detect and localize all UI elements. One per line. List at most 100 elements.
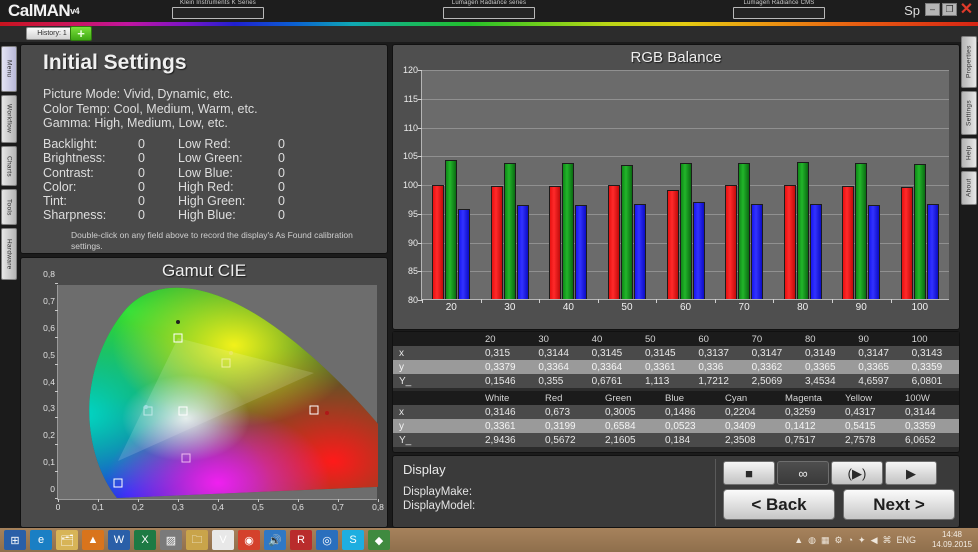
table-row[interactable]: x 0,315 0,3144 0,3145 0,3145 0,3137 0,3147 0,31… (393, 346, 959, 360)
skype-app-icon[interactable]: S (342, 530, 364, 550)
tray-icon-6[interactable]: ◀ (871, 535, 878, 546)
close-icon[interactable]: ✕ (959, 1, 974, 17)
bar-group[interactable]: 30 (480, 70, 540, 313)
sidebar-item-properties[interactable]: Properties (961, 36, 977, 88)
tray-icon-2[interactable]: ▦ (821, 535, 830, 546)
table-row[interactable]: y 0,3379 0,3364 0,3364 0,3361 0,336 0,3362 0,33… (393, 360, 959, 374)
row-header: Y_ (393, 433, 479, 447)
add-history-button[interactable]: + (70, 26, 92, 41)
grayscale-measurement-table[interactable]: 20 30 40 50 60 70 80 90 100 x 0,315 0,3144 0,3145 0,3… (393, 332, 959, 388)
gamut-cie-plot[interactable]: 0 0,1 0,2 0,3 0,4 0,5 0,6 0,7 0,8 0 0,1 … (43, 269, 384, 512)
back-button[interactable]: < Back (723, 489, 835, 520)
calman-app-icon[interactable]: ◆ (368, 530, 390, 550)
rew-app-icon[interactable]: R (290, 530, 312, 550)
table-row[interactable]: Y_ 0,1546 0,355 0,6761 1,113 1,7212 2,5069 3,45… (393, 374, 959, 388)
field-value-low-red[interactable]: 0 (278, 137, 318, 151)
sidebar-item-about[interactable]: About (961, 171, 977, 205)
gamut-xtick-5: 0,5 (252, 502, 264, 512)
maximize-icon[interactable]: ❐ (942, 3, 957, 16)
cie-horseshoe-diagram (89, 287, 378, 498)
display-model-label[interactable]: DisplayModel: (403, 500, 475, 512)
tray-icon-4[interactable]: ◔ (848, 535, 853, 545)
field-value-contrast[interactable]: 0 (138, 166, 178, 180)
field-value-tint[interactable]: 0 (138, 194, 178, 208)
explorer-folder-icon[interactable]: 🗂 (56, 530, 78, 550)
tray-icon-5[interactable]: ✦ (858, 535, 866, 546)
vlc-player-icon[interactable]: ▲ (82, 530, 104, 550)
word-document-icon[interactable]: W (108, 530, 130, 550)
row-header: x (393, 405, 479, 419)
clock-time: 14:48 (941, 530, 962, 539)
column-header (393, 391, 479, 405)
meter-selector-radiance-cms[interactable]: Lumagen Radiance CMS (733, 0, 825, 19)
x-tick (422, 299, 423, 303)
bar-group[interactable]: 70 (714, 70, 774, 313)
continuous-button[interactable]: ∞ (777, 461, 829, 485)
bar-group[interactable]: 100 (890, 70, 950, 313)
field-value-high-red[interactable]: 0 (278, 180, 318, 194)
taskbar-clock[interactable]: 14:48 14.09.2015 (932, 530, 972, 550)
meter-selector-klein[interactable]: Klein Instruments K Series (172, 0, 264, 19)
meter-selector-radiance-series[interactable]: Lumagen Radiance series (443, 0, 535, 19)
y-tick-label: 85 (407, 266, 418, 277)
gamut-ytick-8: 0,8 (43, 269, 55, 279)
color-temp-row[interactable]: Color Temp: Cool, Medium, Warm, etc. (43, 102, 258, 117)
start-button-icon[interactable]: ⊞ (4, 530, 26, 550)
minimize-icon[interactable]: – (925, 3, 940, 16)
y-tick-label: 110 (403, 122, 418, 133)
language-indicator[interactable]: ENG (896, 535, 916, 545)
table-cell: 0,0523 (659, 419, 719, 433)
misc-app-icon[interactable]: ▨ (160, 530, 182, 550)
gamut-marker-green-measured (176, 320, 181, 325)
display-section-title: Display (403, 462, 446, 477)
bar-group[interactable]: 50 (597, 70, 657, 313)
sidebar-item-menu[interactable]: Menu (1, 46, 17, 92)
sidebar-item-charts[interactable]: Charts (1, 146, 17, 186)
bar-group[interactable]: 40 (539, 70, 598, 313)
field-value-backlight[interactable]: 0 (138, 137, 178, 151)
gamut-xtick-7: 0,7 (332, 502, 344, 512)
chrome-browser-icon[interactable]: ◉ (238, 530, 260, 550)
volume-app-icon[interactable]: 🔊 (264, 530, 286, 550)
x-tick-label: 60 (679, 302, 692, 313)
sidebar-item-settings[interactable]: Settings (961, 91, 977, 135)
tray-icon-3[interactable]: ⚙ (835, 535, 843, 546)
folder-yellow-icon[interactable]: 🗀 (186, 530, 208, 550)
field-value-high-green[interactable]: 0 (278, 194, 318, 208)
gamut-ytick-7: 0,7 (43, 295, 55, 306)
display-make-label[interactable]: DisplayMake: (403, 486, 472, 498)
field-value-high-blue[interactable]: 0 (278, 208, 318, 222)
sidebar-item-tools[interactable]: Tools (1, 189, 17, 225)
field-value-sharpness[interactable]: 0 (138, 208, 178, 222)
field-value-low-blue[interactable]: 0 (278, 166, 318, 180)
table-row[interactable]: y 0,3361 0,3199 0,6584 0,0523 0,3409 0,1412 0,5… (393, 419, 959, 433)
table-row[interactable]: Y_ 2,9436 0,5672 2,1605 0,184 2,3508 0,7517 2,7… (393, 433, 959, 447)
rgb-balance-plot[interactable]: 80 85 90 95 100 105 110 115 120 20 30 40 50 60 70 80 90 1… (403, 65, 950, 313)
vnc-viewer-icon[interactable]: V (212, 530, 234, 550)
excel-document-icon[interactable]: X (134, 530, 156, 550)
picture-mode-row[interactable]: Picture Mode: Vivid, Dynamic, etc. (43, 87, 258, 102)
next-button[interactable]: Next > (843, 489, 955, 520)
tray-icon-7[interactable]: ⌘ (882, 535, 891, 546)
play-button[interactable]: ▶ (885, 461, 937, 485)
bar-group[interactable]: 60 (656, 70, 715, 313)
tray-icon-1[interactable]: ◍ (808, 535, 816, 546)
play-loop-button[interactable]: (▶) (831, 461, 883, 485)
bar-group[interactable]: 20 (422, 70, 481, 313)
stop-button[interactable]: ■ (723, 461, 775, 485)
internet-explorer-icon[interactable]: e (30, 530, 52, 550)
gamma-row[interactable]: Gamma: High, Medium, Low, etc. (43, 116, 258, 131)
sidebar-item-workflow[interactable]: Workflow (1, 95, 17, 143)
sidebar-item-hardware[interactable]: Hardware (1, 228, 17, 280)
sidebar-item-help[interactable]: Help (961, 138, 977, 168)
field-value-low-green[interactable]: 0 (278, 151, 318, 165)
tray-icon-0[interactable]: ▲ (794, 535, 803, 545)
field-value-color[interactable]: 0 (138, 180, 178, 194)
bar-group[interactable]: 80 (773, 70, 832, 313)
table-cell: 0,3365 (852, 360, 906, 374)
bar-group[interactable]: 90 (831, 70, 891, 313)
media-app-icon[interactable]: ◎ (316, 530, 338, 550)
color-measurement-table[interactable]: White Red Green Blue Cyan Magenta Yellow 100W x 0… (393, 391, 959, 447)
table-row[interactable]: x 0,3146 0,673 0,3005 0,1486 0,2204 0,3259 0,43… (393, 405, 959, 419)
field-value-brightness[interactable]: 0 (138, 151, 178, 165)
